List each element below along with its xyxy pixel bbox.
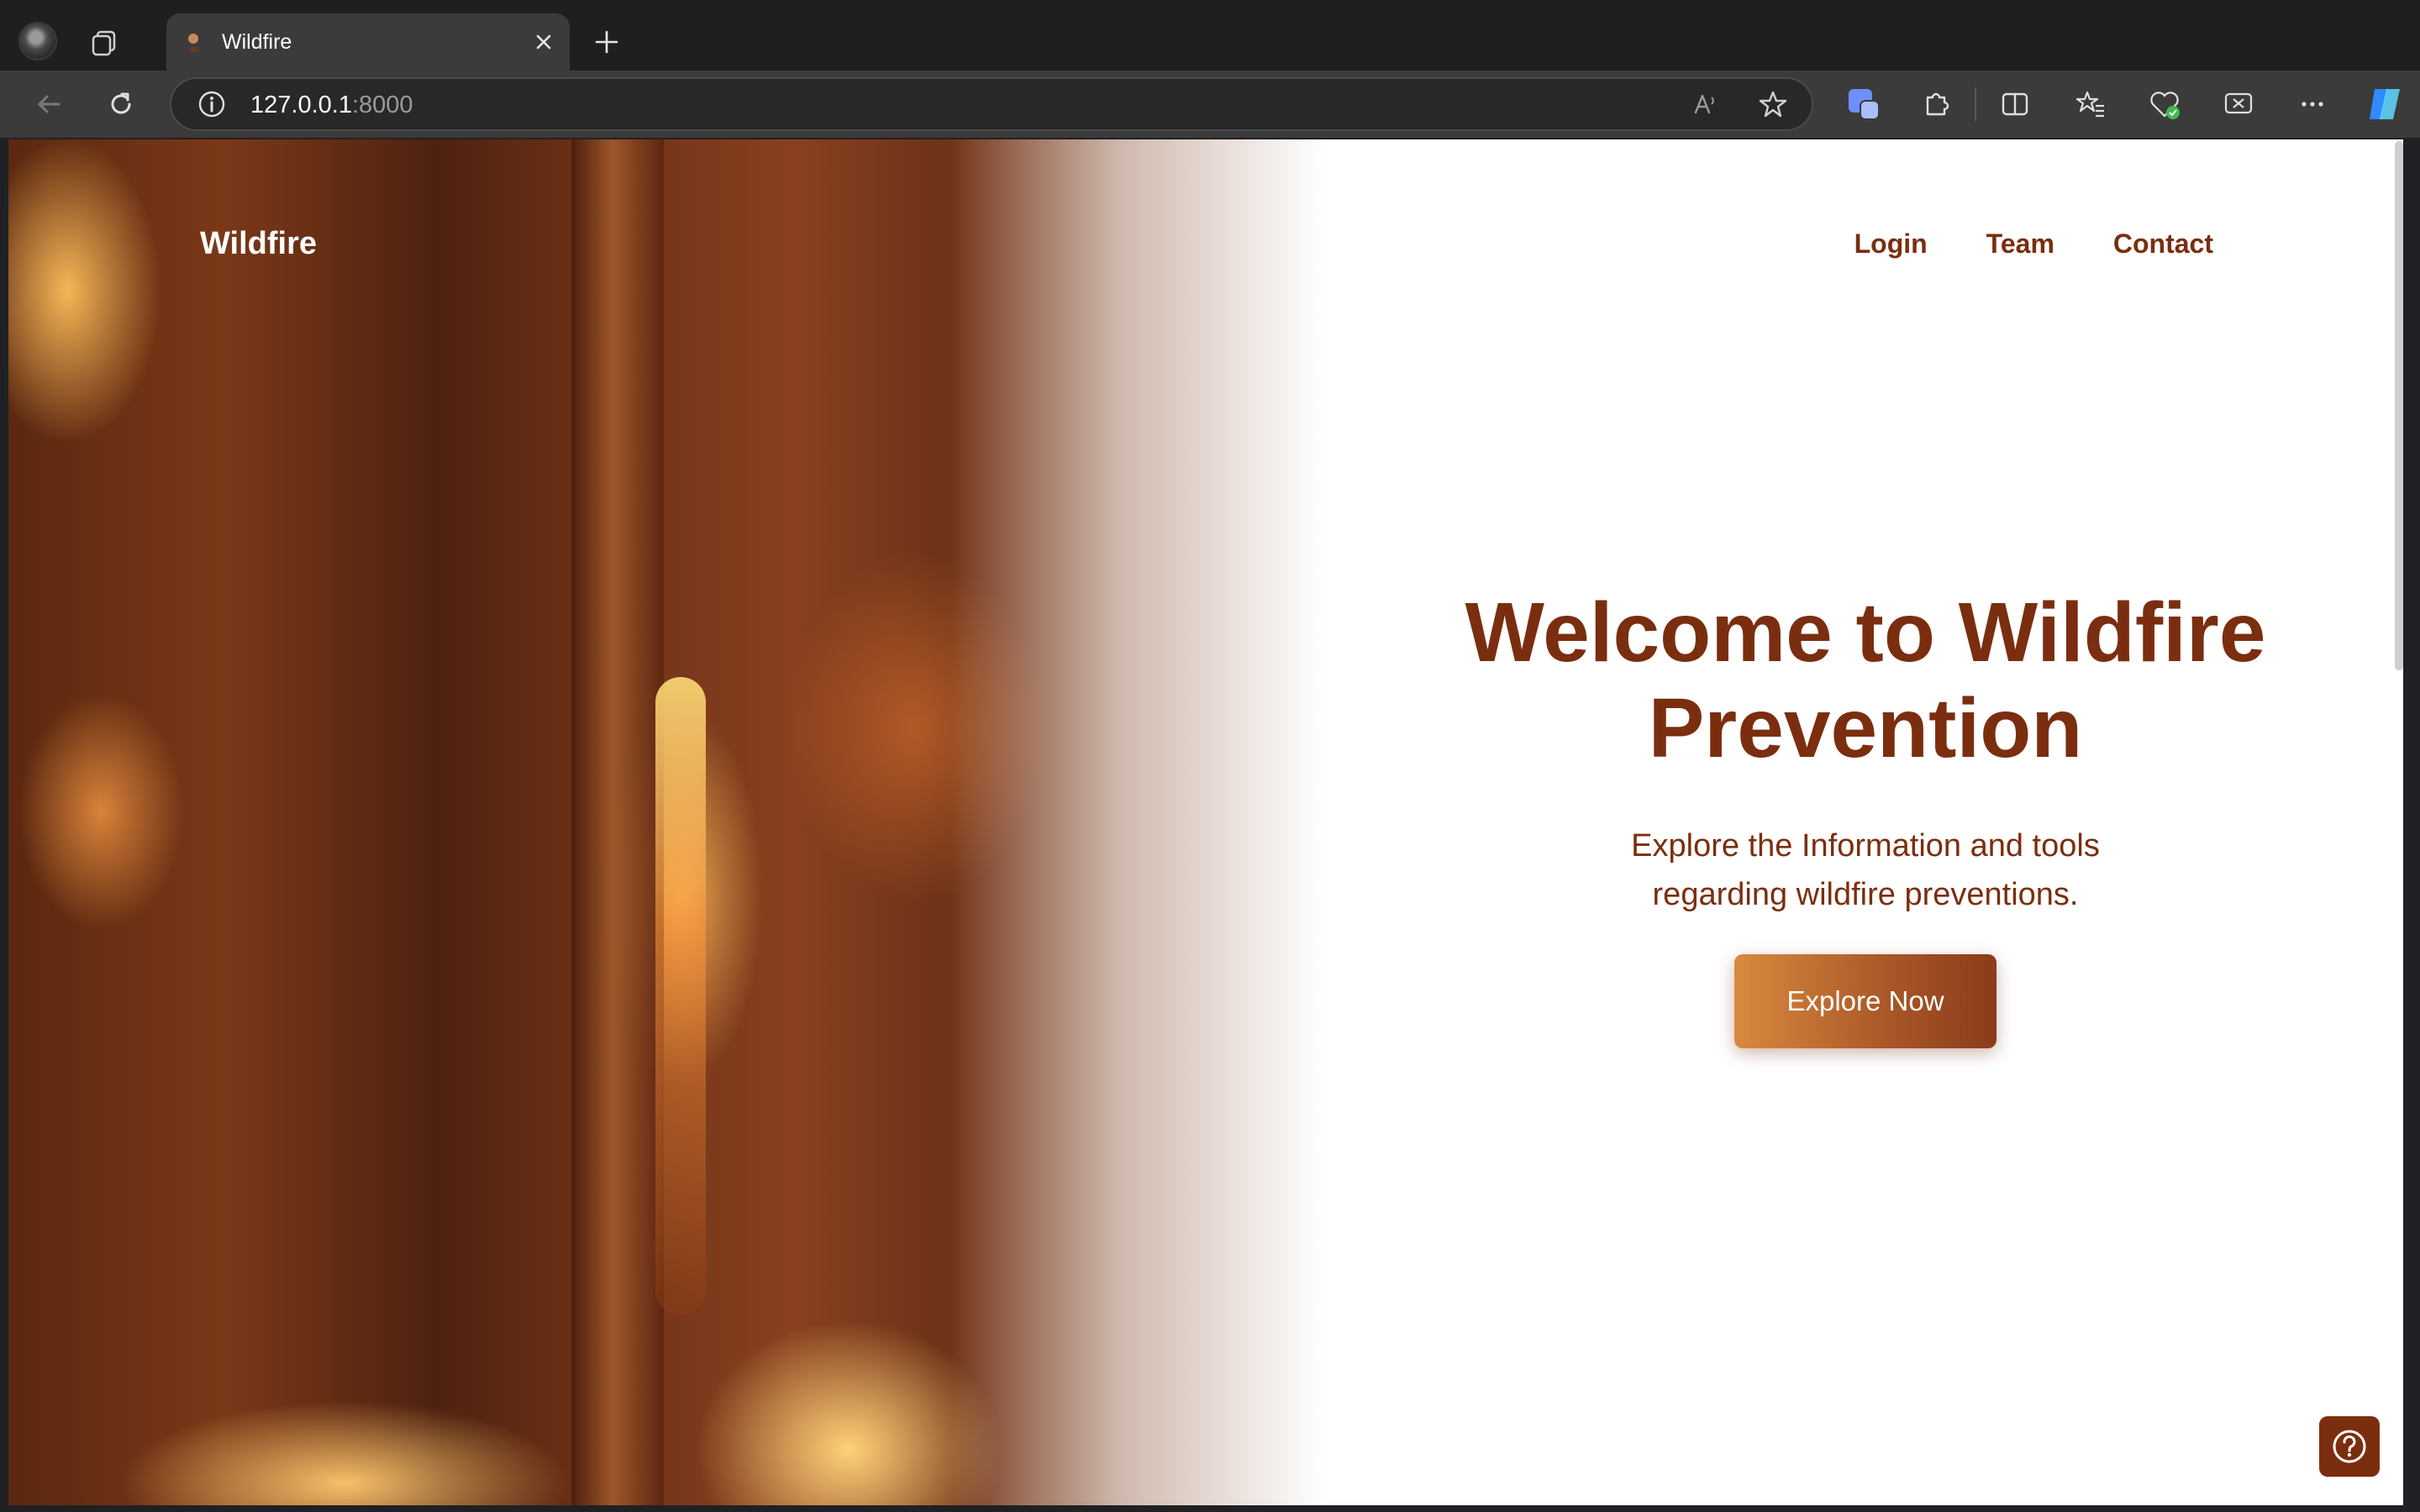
favorite-star-icon[interactable] bbox=[1756, 87, 1790, 121]
main-nav: Login Team Contact bbox=[1854, 223, 2213, 264]
address-bar[interactable]: 127.0.0.1:8000 bbox=[170, 77, 1813, 131]
split-screen-icon[interactable] bbox=[1996, 86, 2033, 123]
back-icon[interactable] bbox=[30, 86, 67, 123]
nav-team[interactable]: Team bbox=[1986, 223, 2054, 264]
nav-login[interactable]: Login bbox=[1854, 223, 1928, 264]
reload-icon[interactable] bbox=[103, 86, 139, 123]
more-menu-icon[interactable] bbox=[2294, 86, 2331, 123]
extensions-icon[interactable] bbox=[1918, 86, 1954, 123]
image-fade-overlay bbox=[8, 139, 1437, 1505]
screenshot-icon[interactable] bbox=[2220, 86, 2257, 123]
help-button[interactable] bbox=[2319, 1416, 2380, 1477]
url-text: 127.0.0.1:8000 bbox=[250, 90, 413, 120]
hero-section: Welcome to Wildfire Prevention Explore t… bbox=[1403, 585, 2328, 1048]
tab-actions-icon[interactable] bbox=[87, 25, 121, 59]
nav-contact[interactable]: Contact bbox=[2113, 223, 2213, 264]
url-host: 127.0.0.1 bbox=[250, 92, 352, 118]
read-aloud-icon[interactable] bbox=[1689, 87, 1723, 121]
tab-title: Wildfire bbox=[222, 30, 292, 54]
site-logo[interactable]: Wildfire bbox=[200, 223, 317, 264]
page-scrollbar[interactable] bbox=[2395, 141, 2403, 670]
browser-essentials-icon[interactable] bbox=[2146, 86, 2183, 123]
workspaces-icon[interactable] bbox=[1845, 86, 1882, 123]
new-tab-icon[interactable] bbox=[588, 24, 625, 60]
tab-wildfire[interactable]: Wildfire bbox=[166, 13, 570, 71]
browser-tabstrip: Wildfire bbox=[0, 0, 2420, 71]
site-favicon-icon bbox=[188, 34, 200, 52]
copilot-icon[interactable] bbox=[2363, 82, 2407, 126]
site-info-icon[interactable] bbox=[197, 89, 227, 119]
favorites-icon[interactable] bbox=[2072, 86, 2109, 123]
url-port: :8000 bbox=[351, 92, 413, 118]
close-tab-icon[interactable] bbox=[529, 28, 558, 56]
toolbar-separator bbox=[1975, 87, 1976, 121]
page-viewport: Wildfire Login Team Contact Welcome to W… bbox=[8, 139, 2403, 1505]
hero-subtitle: Explore the Information and tools regard… bbox=[1631, 828, 2100, 912]
browser-toolbar: 127.0.0.1:8000 bbox=[0, 71, 2420, 138]
question-circle-icon bbox=[2333, 1430, 2366, 1463]
explore-now-button[interactable]: Explore Now bbox=[1734, 954, 1996, 1048]
profile-avatar[interactable] bbox=[18, 22, 57, 60]
hero-title: Welcome to Wildfire Prevention bbox=[1465, 585, 2266, 775]
